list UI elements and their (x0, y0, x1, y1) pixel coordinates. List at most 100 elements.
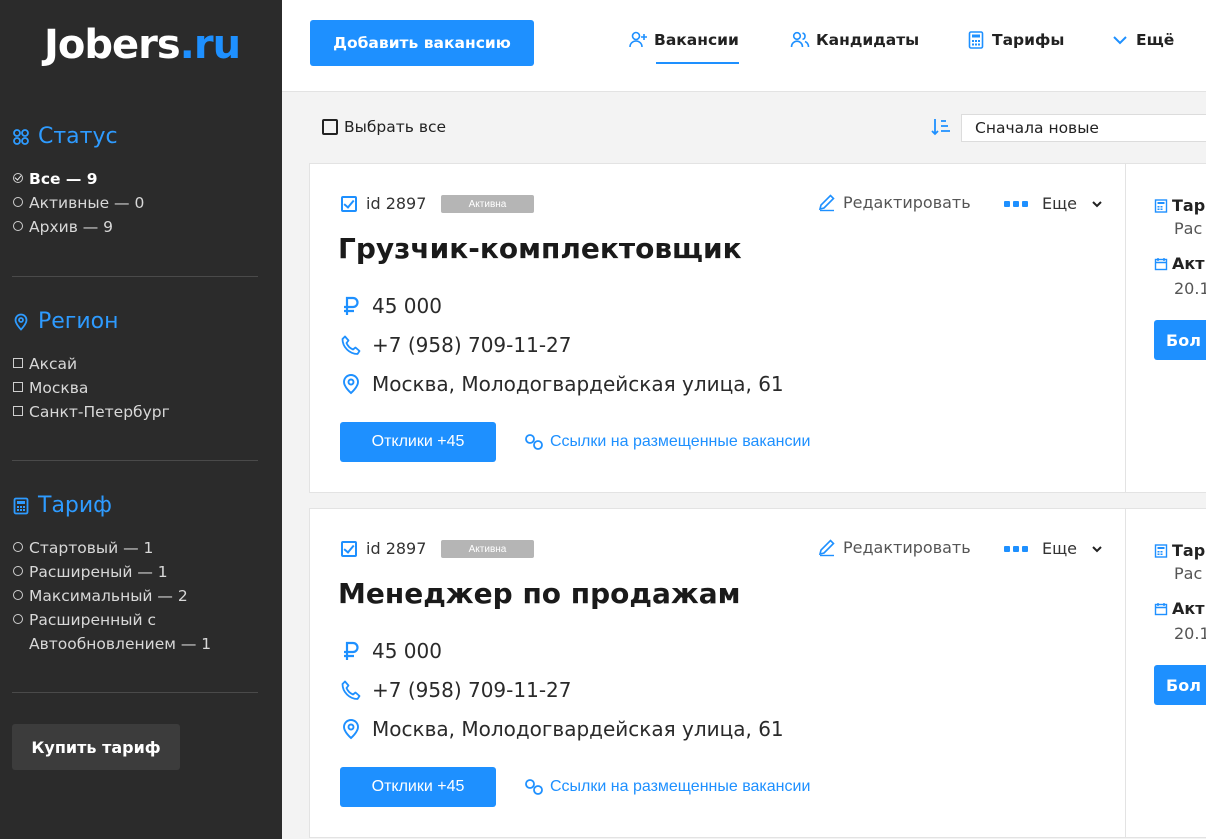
nav-tariffs[interactable]: Тарифы (966, 30, 1064, 50)
address-row: Москва, Молодогвардейская улица, 61 (340, 717, 784, 741)
region-item-moscow[interactable]: Москва (12, 376, 258, 400)
logo[interactable]: Jobers.ru (44, 22, 241, 68)
grid-icon (13, 128, 29, 145)
vacancy-title[interactable]: Грузчик-комплектовщик (338, 232, 742, 265)
tariff-item-extended[interactable]: Расширеный — 1 (12, 560, 258, 584)
salary-row: 45 000 (340, 639, 442, 663)
card-side-panel: Тар Рас Акт 20.1 Бол (1125, 509, 1206, 837)
card-checkbox[interactable] (341, 196, 357, 212)
calculator-icon (1154, 198, 1168, 213)
ruble-icon (344, 641, 359, 660)
nav-more[interactable]: Ещё (1110, 30, 1174, 50)
link-icon (525, 779, 543, 795)
region-filter: Регион Аксай Москва Санкт-Петербург (12, 309, 258, 424)
responses-button[interactable]: Отклики +45 (340, 767, 496, 807)
calculator-icon (1154, 543, 1168, 558)
topbar: Добавить вакансию Вакансии Кандидаты Тар… (282, 0, 1206, 92)
more-dropdown[interactable]: Еще (1004, 539, 1103, 558)
vacancy-id: id 2897 (366, 539, 427, 558)
status-item-archive[interactable]: Архив — 9 (12, 215, 258, 239)
side-action-button[interactable]: Бол (1154, 665, 1206, 705)
responses-button[interactable]: Отклики +45 (340, 422, 496, 462)
checkbox-icon (322, 119, 338, 135)
calculator-icon (968, 31, 984, 49)
users-icon (790, 31, 810, 48)
tariff-label: Тар (1154, 196, 1205, 215)
status-badge: Активна (441, 540, 534, 558)
add-vacancy-button[interactable]: Добавить вакансию (310, 20, 534, 66)
phone-icon (341, 680, 361, 700)
active-until-label: Акт (1154, 254, 1205, 273)
region-item-aksay[interactable]: Аксай (12, 352, 258, 376)
chevron-down-icon (1113, 36, 1127, 45)
status-item-all[interactable]: Все — 9 (12, 167, 258, 191)
phone-icon (341, 335, 361, 355)
checkbox-icon (12, 406, 23, 416)
vacancy-card: id 2897 Активна Редактировать Еще Грузчи… (309, 163, 1206, 493)
tariff-label: Тар (1154, 541, 1205, 560)
checkbox-icon (12, 358, 23, 368)
calendar-icon (1154, 257, 1168, 270)
tariff-filter: Тариф Стартовый — 1 Расширеный — 1 Макси… (12, 493, 258, 656)
sort-select[interactable]: Сначала новые (961, 114, 1206, 142)
edit-link[interactable]: Редактировать (817, 192, 971, 212)
card-side-panel: Тар Рас Акт 20.1 Бол (1125, 164, 1206, 492)
calculator-icon (13, 497, 29, 514)
divider (12, 692, 258, 693)
radio-icon (12, 197, 23, 207)
salary-row: 45 000 (340, 294, 442, 318)
chevron-down-icon (1092, 545, 1102, 552)
more-dropdown[interactable]: Еще (1004, 194, 1103, 213)
checkbox-icon (12, 382, 23, 392)
tariff-value: Рас (1174, 564, 1203, 583)
calendar-icon (1154, 602, 1168, 615)
nav-candidates[interactable]: Кандидаты (790, 30, 919, 50)
buy-tariff-button[interactable]: Купить тариф (12, 724, 180, 770)
radio-icon (12, 566, 23, 576)
tariff-filter-title: Тариф (12, 493, 258, 518)
phone-row: +7 (958) 709-11-27 (340, 678, 571, 702)
address-row: Москва, Молодогвардейская улица, 61 (340, 372, 784, 396)
active-until-value: 20.1 (1174, 279, 1206, 298)
nav-vacancies[interactable]: Вакансии (628, 30, 739, 64)
divider (12, 276, 258, 277)
status-filter: Статус Все — 9 Активные — 0 Архив — 9 (12, 124, 258, 239)
user-plus-icon (629, 31, 647, 48)
sidebar: Jobers.ru Статус Все — 9 Активные — 0 Ар… (0, 0, 282, 839)
tariff-item-max[interactable]: Максимальный — 2 (12, 584, 258, 608)
divider (12, 460, 258, 461)
radio-icon (12, 590, 23, 600)
vacancy-card: id 2897 Активна Редактировать Еще Менедж… (309, 508, 1206, 838)
status-badge: Активна (441, 195, 534, 213)
status-item-active[interactable]: Активные — 0 (12, 191, 258, 215)
vacancy-title[interactable]: Менеджер по продажам (338, 577, 741, 610)
vacancy-id: id 2897 (366, 194, 427, 213)
card-checkbox[interactable] (341, 541, 357, 557)
side-action-button[interactable]: Бол (1154, 320, 1206, 360)
location-pin-icon (14, 313, 28, 331)
radio-icon (12, 614, 23, 624)
phone-row: +7 (958) 709-11-27 (340, 333, 571, 357)
ruble-icon (344, 296, 359, 315)
dots-icon (1004, 545, 1028, 552)
chevron-down-icon (1092, 200, 1102, 207)
region-item-spb[interactable]: Санкт-Петербург (12, 400, 258, 424)
radio-icon (12, 221, 23, 231)
tariff-item-starter[interactable]: Стартовый — 1 (12, 536, 258, 560)
posted-links-link[interactable]: Ссылки на размещенные вакансии (524, 777, 810, 797)
tariff-value: Рас (1174, 219, 1203, 238)
posted-links-link[interactable]: Ссылки на размещенные вакансии (524, 432, 810, 452)
edit-link[interactable]: Редактировать (817, 537, 971, 557)
active-until-label: Акт (1154, 599, 1205, 618)
check-circle-icon (12, 173, 23, 183)
location-pin-icon (343, 719, 359, 740)
location-pin-icon (343, 374, 359, 395)
radio-icon (12, 542, 23, 552)
status-filter-title: Статус (12, 124, 258, 149)
link-icon (525, 434, 543, 450)
sort-icon[interactable] (930, 117, 952, 137)
dots-icon (1004, 200, 1028, 207)
pencil-icon (818, 194, 835, 212)
select-all-checkbox[interactable]: Выбрать все (322, 118, 446, 136)
tariff-item-extended-autoupdate[interactable]: Расширенный с Автообновлением — 1 (12, 608, 258, 656)
